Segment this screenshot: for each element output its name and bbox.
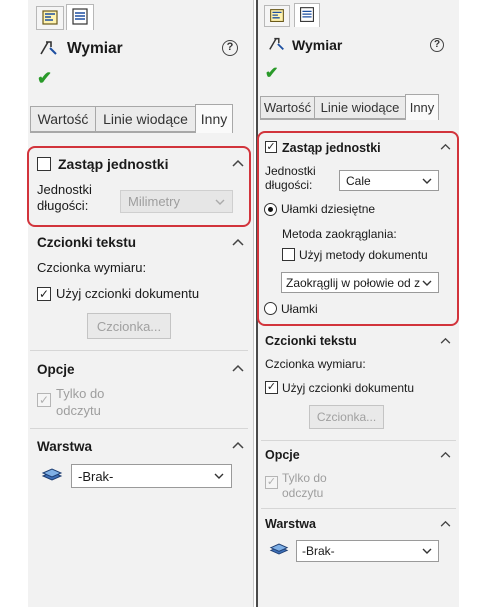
length-units-label-line1: Jednostki xyxy=(265,164,316,178)
layer-section-header[interactable]: Warstwa xyxy=(265,517,316,531)
tab-inny[interactable]: Inny xyxy=(195,104,233,133)
use-document-font-checkbox[interactable]: ✓ xyxy=(265,381,278,394)
read-only-label-line1: Tylko do xyxy=(56,386,105,401)
length-units-value: Cale xyxy=(346,173,371,188)
font-button[interactable]: Czcionka... xyxy=(87,313,171,339)
tabs-underline xyxy=(30,132,196,133)
help-icon[interactable]: ? xyxy=(430,38,444,52)
left-panel-divider xyxy=(253,0,254,607)
options-section-header[interactable]: Opcje xyxy=(265,448,300,462)
layer-select[interactable]: -Brak- xyxy=(296,540,439,562)
dimension-font-label: Czcionka wymiaru: xyxy=(265,357,366,371)
use-document-method-label: Użyj metody dokumentu xyxy=(299,248,428,262)
dropdown-arrow-icon xyxy=(214,473,224,479)
dimxpert-icon xyxy=(42,10,58,25)
fractions-radio[interactable] xyxy=(264,302,277,315)
tab-linie-wiodace[interactable]: Linie wiodące xyxy=(314,96,406,119)
collapse-chevron-icon[interactable] xyxy=(440,337,451,344)
tab-linie-wiodace[interactable]: Linie wiodące xyxy=(95,106,196,132)
read-only-checkbox[interactable]: ✓ xyxy=(37,393,51,407)
section-divider xyxy=(30,428,248,429)
font-button[interactable]: Czcionka... xyxy=(309,405,384,429)
fonts-section-header[interactable]: Czcionki tekstu xyxy=(265,334,357,348)
right-tab-dimxpert[interactable] xyxy=(264,5,290,27)
length-units-label-line2: długości: xyxy=(37,198,89,213)
length-units-value: Milimetry xyxy=(128,194,180,209)
fractions-label: Ułamki xyxy=(281,302,318,316)
property-manager-icon xyxy=(300,7,314,22)
use-document-font-label: Użyj czcionki dokumentu xyxy=(282,381,415,395)
use-document-font-label: Użyj czcionki dokumentu xyxy=(56,286,200,301)
left-tab-dimxpert[interactable] xyxy=(36,6,64,30)
collapse-chevron-icon[interactable] xyxy=(440,451,451,458)
dimxpert-icon xyxy=(270,9,284,22)
layer-value: -Brak- xyxy=(302,544,335,558)
rounding-method-label: Metoda zaokrąglania: xyxy=(282,227,397,241)
use-document-font-checkbox[interactable]: ✓ xyxy=(37,287,51,301)
collapse-chevron-icon[interactable] xyxy=(232,238,244,246)
dropdown-arrow-icon xyxy=(422,548,432,554)
length-units-select[interactable]: Milimetry xyxy=(120,190,233,213)
dimension-font-label: Czcionka wymiaru: xyxy=(37,260,147,275)
decimal-radio-dot xyxy=(268,207,273,212)
collapse-chevron-icon[interactable] xyxy=(232,441,244,449)
read-only-label-line2: odczytu xyxy=(282,486,324,500)
collapse-chevron-icon[interactable] xyxy=(232,159,244,167)
read-only-label-line2: odczytu xyxy=(56,403,101,418)
right-tab-propertymanager[interactable] xyxy=(294,3,320,27)
tabs-underline xyxy=(260,119,406,120)
override-units-checkbox[interactable]: ✓ xyxy=(265,141,277,153)
override-units-label: Zastąp jednostki xyxy=(58,156,169,172)
tab-wartosc[interactable]: Wartość xyxy=(30,106,96,132)
ok-checkmark-icon[interactable]: ✔ xyxy=(265,63,278,83)
collapse-chevron-icon[interactable] xyxy=(440,143,451,150)
length-units-select[interactable]: Cale xyxy=(339,170,439,191)
rounding-method-value: Zaokrąglij w połowie od z xyxy=(286,275,421,290)
layers-icon xyxy=(41,468,63,481)
override-units-label: Zastąp jednostki xyxy=(282,141,381,155)
use-document-method-checkbox[interactable] xyxy=(282,248,295,261)
right-panel-title: Wymiar xyxy=(292,37,343,53)
length-units-label-line2: długości: xyxy=(265,178,313,192)
help-icon[interactable]: ? xyxy=(222,40,238,56)
left-property-panel xyxy=(28,0,253,607)
dimension-icon xyxy=(40,41,57,55)
tab-inny[interactable]: Inny xyxy=(405,94,439,120)
dropdown-arrow-icon xyxy=(422,280,432,286)
section-divider xyxy=(261,440,456,441)
read-only-label-line1: Tylko do xyxy=(282,471,327,485)
decimal-label: Ułamki dziesiętne xyxy=(281,202,376,216)
layer-value: -Brak- xyxy=(78,468,114,484)
layer-select[interactable]: -Brak- xyxy=(71,464,232,488)
tab-wartosc[interactable]: Wartość xyxy=(260,96,315,119)
layer-section-header[interactable]: Warstwa xyxy=(37,439,92,454)
override-units-checkbox[interactable] xyxy=(37,157,51,171)
decimal-radio[interactable] xyxy=(264,203,277,216)
property-manager-icon xyxy=(72,8,88,25)
collapse-chevron-icon[interactable] xyxy=(440,520,451,527)
length-units-label-line1: Jednostki xyxy=(37,182,92,197)
layers-icon xyxy=(269,543,289,555)
rounding-method-select[interactable]: Zaokrąglij w połowie od z xyxy=(281,272,439,293)
read-only-checkbox[interactable]: ✓ xyxy=(265,476,278,489)
options-section-header[interactable]: Opcje xyxy=(37,362,75,377)
section-divider xyxy=(261,508,456,509)
left-panel-title: Wymiar xyxy=(67,40,123,57)
dropdown-arrow-icon xyxy=(422,178,432,184)
fonts-section-header[interactable]: Czcionki tekstu xyxy=(37,235,136,250)
collapse-chevron-icon[interactable] xyxy=(232,364,244,372)
dimension-icon xyxy=(269,37,284,51)
left-tab-propertymanager[interactable] xyxy=(66,4,94,30)
ok-checkmark-icon[interactable]: ✔ xyxy=(37,68,52,89)
section-divider xyxy=(30,350,248,351)
dropdown-arrow-icon xyxy=(215,199,225,205)
